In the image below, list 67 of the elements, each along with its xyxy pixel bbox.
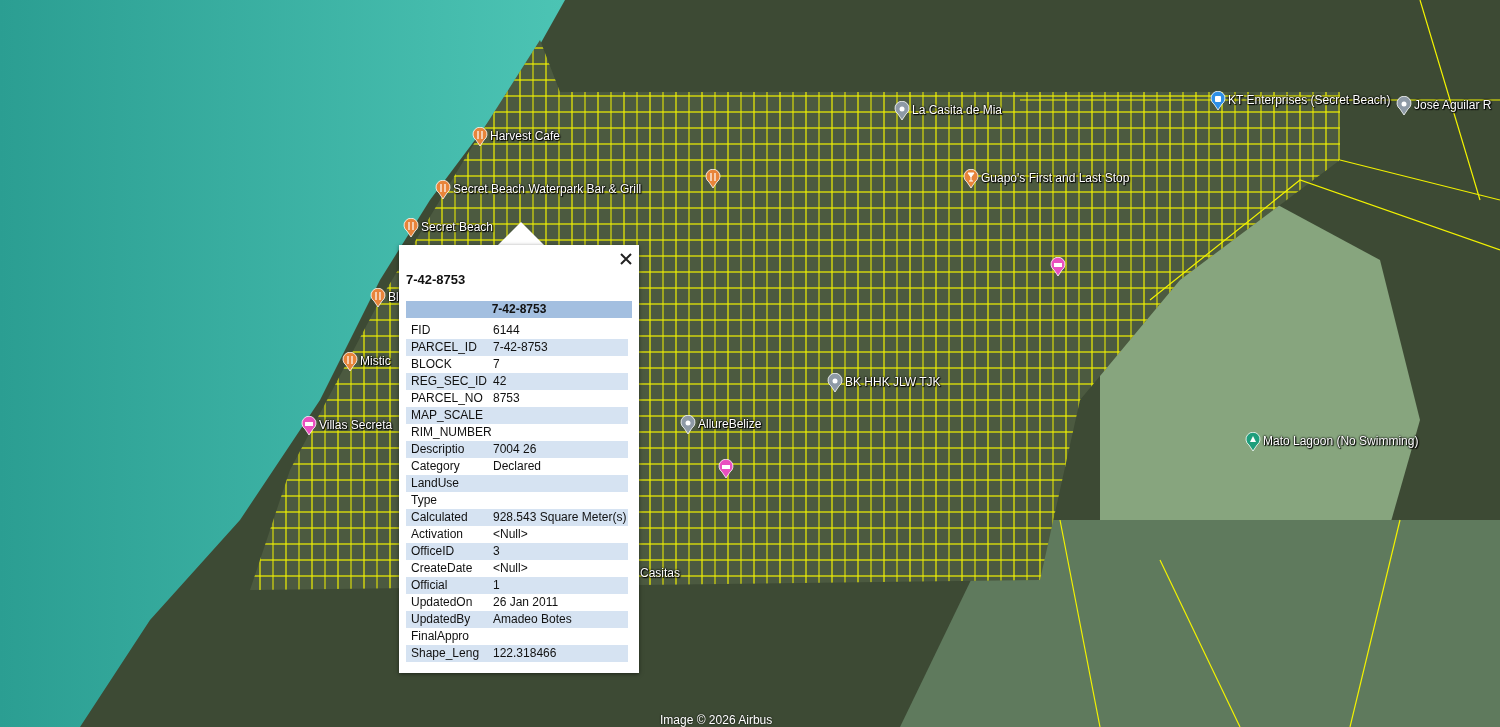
popup-title: 7-42-8753 [406,272,467,287]
field-name: Shape_Leng [411,645,481,662]
map-pin-icon[interactable] [1396,96,1412,116]
field-name: UpdatedBy [411,611,472,628]
field-name: Category [411,458,461,475]
field-name: BLOCK [411,356,453,373]
field-name: LandUse [411,475,461,492]
map-pin-icon[interactable] [827,373,843,393]
imagery-attribution: Image © 2026 Airbus [660,713,773,727]
area-label: Casitas [640,566,680,580]
place-label[interactable]: Secret Beach [421,220,494,234]
field-name: REG_SEC_ID [411,373,489,390]
field-value: 26 Jan 2011 [493,594,559,611]
map-pin-icon[interactable] [894,101,910,121]
map-pin-icon[interactable] [705,169,721,189]
field-name: FID [411,322,432,339]
field-name: UpdatedOn [411,594,474,611]
field-value: <Null> [493,560,528,577]
place-label[interactable]: Mistic [360,354,391,368]
table-header: 7-42-8753 [406,301,632,318]
map-pin-icon[interactable] [403,218,419,238]
field-value: Declared [493,458,542,475]
field-value: 122.318466 [493,645,557,662]
field-value: 1 [493,577,500,594]
field-value: 7-42-8753 [493,339,548,356]
field-name: Calculated [411,509,469,526]
map-pin-icon[interactable] [301,416,317,436]
place-label[interactable]: AllureBelize [698,417,762,431]
place-label[interactable]: Harvest Cafe [490,129,561,143]
field-value: 7004 26 [493,441,537,458]
field-value: 3 [493,543,500,560]
field-name: OfficeID [411,543,456,560]
place-label[interactable]: Secret Beach Waterpark Bar & Grill [453,182,642,196]
field-name: MAP_SCALE [411,407,485,424]
place-label[interactable]: BK HHK JLW TJK [845,375,941,389]
map-pin-icon[interactable] [718,459,734,479]
field-name: RIM_NUMBER [411,424,493,441]
field-name: Type [411,492,438,509]
map-pin-icon[interactable] [963,169,979,189]
map-pin-icon[interactable] [342,352,358,372]
field-name: FinalAppro [411,628,471,645]
field-value: 928.543 Square Meter(s) [493,509,627,526]
map-pin-icon[interactable] [472,127,488,147]
field-name: Activation [411,526,465,543]
field-name: PARCEL_NO [411,390,484,407]
place-label[interactable]: KT Enterprises (Secret Beach) [1228,93,1391,107]
map-pin-icon[interactable] [1210,91,1226,111]
map-pin-icon[interactable] [435,180,451,200]
field-value: <Null> [493,526,528,543]
map-pin-icon[interactable] [680,415,696,435]
field-name: PARCEL_ID [411,339,478,356]
map-pin-icon[interactable] [370,288,386,308]
place-label[interactable]: La Casita de Mia [912,103,1003,117]
field-name: Descriptio [411,441,466,458]
field-value: Amadeo Botes [493,611,572,628]
field-value: 6144 [493,322,520,339]
field-name: Official [411,577,449,594]
close-icon[interactable] [618,251,634,267]
field-value: 8753 [493,390,520,407]
satellite-map-drawing[interactable] [0,0,1500,727]
place-label[interactable]: Bl [388,290,399,304]
place-label[interactable]: Villas Secreta [319,418,393,432]
field-name: CreateDate [411,560,474,577]
map-pin-icon[interactable] [1050,257,1066,277]
place-label[interactable]: Guapo's First and Last Stop [981,171,1130,185]
field-value: 7 [493,356,500,373]
field-value: 42 [493,373,507,390]
